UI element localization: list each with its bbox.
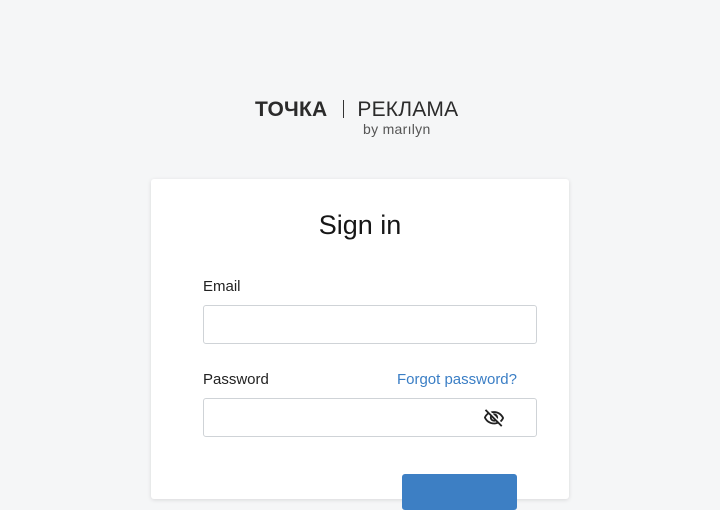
logo-divider: [343, 100, 345, 118]
email-label: Email: [203, 278, 241, 295]
signin-card: Sign in Email Password Forgot password?: [151, 179, 569, 510]
logo: ТОЧКА РЕКЛАМА by marılyn: [0, 96, 720, 142]
page-title: Sign in: [318, 210, 402, 240]
password-label: Password: [203, 371, 269, 388]
sign-in-button[interactable]: [402, 474, 517, 510]
logo-brand: ТОЧКА: [255, 98, 328, 121]
logo-product: РЕКЛАМА: [357, 98, 459, 121]
eye-off-icon[interactable]: [483, 407, 505, 429]
email-field[interactable]: [203, 305, 537, 344]
logo-subtitle: by marılyn: [363, 121, 431, 137]
logo-wordmark: ТОЧКА РЕКЛАМА: [255, 96, 458, 124]
forgot-password-link[interactable]: Forgot password?: [397, 370, 517, 390]
